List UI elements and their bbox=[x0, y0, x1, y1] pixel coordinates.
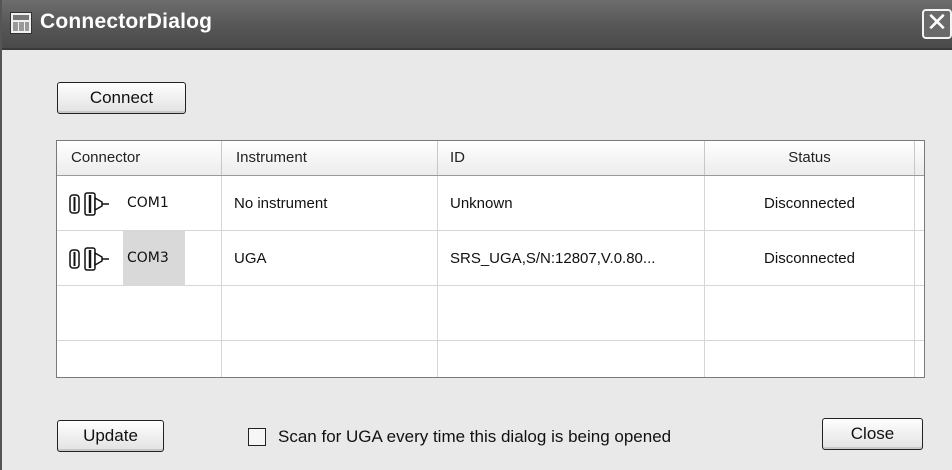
status-cell[interactable]: Disconnected bbox=[705, 176, 915, 230]
scan-on-open-label[interactable]: Scan for UGA every time this dialog is b… bbox=[278, 427, 671, 447]
table-row[interactable]: COM1 No instrument Unknown Disconnected bbox=[57, 176, 924, 231]
status-cell[interactable]: Disconnected bbox=[705, 231, 915, 285]
connector-cell[interactable]: COM1 bbox=[57, 176, 222, 230]
connector-cell[interactable]: COM3 bbox=[57, 231, 222, 286]
id-cell[interactable]: Unknown bbox=[438, 176, 705, 230]
serial-connector-icon bbox=[69, 247, 109, 271]
column-header-connector[interactable]: Connector bbox=[57, 141, 222, 175]
close-window-button[interactable]: ✕ bbox=[922, 9, 952, 39]
window-app-icon bbox=[10, 12, 32, 34]
column-header-instrument[interactable]: Instrument bbox=[222, 141, 438, 175]
serial-connector-icon bbox=[69, 192, 109, 216]
connector-dialog-window: ConnectorDialog ✕ Connect Connector Inst… bbox=[0, 0, 952, 470]
table-row[interactable]: COM3 UGA SRS_UGA,S/N:12807,V.0.80... Dis… bbox=[57, 231, 924, 286]
empty-cell bbox=[222, 286, 438, 340]
close-button[interactable]: Close bbox=[822, 418, 923, 450]
table-header: Connector Instrument ID Status bbox=[57, 141, 924, 176]
update-button[interactable]: Update bbox=[57, 420, 164, 452]
instrument-cell[interactable]: No instrument bbox=[222, 176, 438, 230]
table-row bbox=[57, 286, 924, 341]
title-bar[interactable]: ConnectorDialog ✕ bbox=[2, 0, 952, 50]
empty-cell bbox=[438, 286, 705, 340]
id-cell[interactable]: SRS_UGA,S/N:12807,V.0.80... bbox=[438, 231, 705, 285]
window-title: ConnectorDialog bbox=[40, 10, 213, 33]
scan-on-open-checkbox[interactable] bbox=[248, 428, 266, 446]
instrument-cell[interactable]: UGA bbox=[222, 231, 438, 285]
empty-cell bbox=[705, 341, 915, 377]
column-header-id[interactable]: ID bbox=[438, 141, 705, 175]
empty-cell bbox=[222, 341, 438, 377]
column-header-status[interactable]: Status bbox=[705, 141, 915, 175]
connector-port-label: COM1 bbox=[127, 195, 169, 211]
connect-button[interactable]: Connect bbox=[57, 82, 186, 114]
empty-cell bbox=[57, 341, 222, 377]
connector-port-label: COM3 bbox=[123, 231, 185, 286]
empty-cell bbox=[57, 286, 222, 340]
connector-table[interactable]: Connector Instrument ID Status COM1 No i… bbox=[56, 140, 925, 378]
table-row bbox=[57, 341, 924, 377]
empty-cell bbox=[438, 341, 705, 377]
close-icon: ✕ bbox=[926, 8, 948, 38]
empty-cell bbox=[705, 286, 915, 340]
